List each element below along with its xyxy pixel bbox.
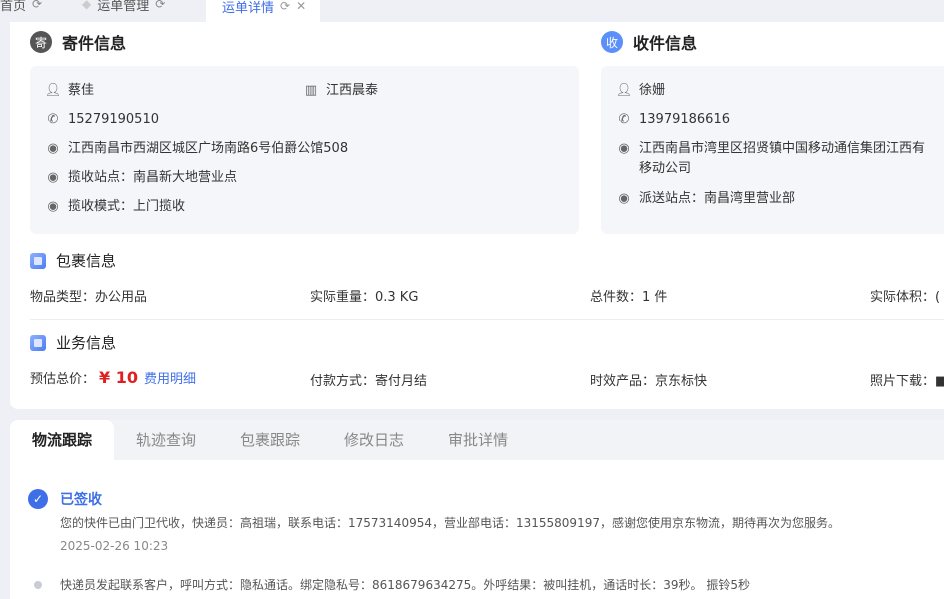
sender-address: 江西南昌市西湖区城区广场南路6号伯爵公馆508: [68, 141, 349, 156]
package-weight: 实际重量：0.3 KG: [310, 290, 419, 305]
receiver-name-row: 👤︎ 徐姗: [615, 81, 666, 101]
receiver-phone: 13979186616: [639, 112, 730, 127]
user-icon: 👤︎: [44, 83, 62, 98]
timeline-dot: [34, 581, 42, 589]
tab-trajectory-query[interactable]: 轨迹查询: [136, 420, 196, 460]
sender-phone-row: ✆ 15279190510: [46, 110, 159, 130]
sender-mode: 揽收模式：上门揽收: [68, 199, 186, 214]
sender-station: 揽收站点：南昌新大地营业点: [68, 170, 238, 185]
receiver-title: 收件信息: [633, 34, 698, 53]
business-icon: [30, 334, 46, 351]
timeline-text: 快递员发起联系客户，呼叫方式：隐私通话。绑定隐私号：8618679634275。…: [60, 578, 750, 592]
receiver-address-line2: 移动公司: [639, 161, 692, 176]
photo-download[interactable]: 照片下载：■: [870, 370, 944, 389]
receiver-badge: 收: [601, 31, 623, 53]
tab-waybill-management[interactable]: ◆ 运单管理 ⟳: [82, 0, 165, 18]
tab-bar: 首页 ⟳ ◆ 运单管理 ⟳ 运单详情 ⟳ ✕: [0, 0, 944, 22]
estimated-price: 预估总价： ¥ 10 费用明细: [30, 368, 196, 387]
sender-station-row: ◉ 揽收站点：南昌新大地营业点: [46, 168, 237, 188]
package-icon: [30, 252, 46, 269]
sender-address-row: ◉ 江西南昌市西湖区城区广场南路6号伯爵公馆508: [46, 139, 348, 159]
tab-approval-detail[interactable]: 审批详情: [448, 420, 508, 460]
tab-change-log[interactable]: 修改日志: [344, 420, 404, 460]
sender-badge: 寄: [30, 31, 52, 53]
tab-package-tracking[interactable]: 包裹跟踪: [240, 420, 300, 460]
location-icon: ◉: [47, 199, 59, 214]
tracking-card: 物流跟踪 轨迹查询 包裹跟踪 修改日志 审批详情 ✓ 已签收 您的快件已由门卫代…: [10, 420, 944, 599]
tab-waybill-label: 运单管理: [97, 0, 150, 14]
location-icon: ◉: [47, 141, 59, 156]
fee-detail-link[interactable]: 费用明细: [144, 368, 196, 387]
building-icon: ▥: [304, 83, 318, 98]
tab-detail-label: 运单详情: [222, 0, 275, 16]
receiver-station-row: ◉ 派送站点：南昌湾里营业部: [617, 189, 795, 209]
timeline-status: 已签收: [60, 492, 102, 508]
package-volume: 实际体积：(: [870, 290, 941, 305]
receiver-phone-row: ✆ 13979186616: [617, 110, 730, 130]
time-product: 时效产品：京东标快: [590, 374, 708, 389]
receiver-station: 派送站点：南昌湾里营业部: [639, 191, 796, 206]
package-section-title: 包裹信息: [30, 250, 116, 271]
price-label: 预估总价：: [30, 372, 96, 387]
sender-phone: 15279190510: [68, 112, 159, 127]
receiver-address-line1: 江西南昌市湾里区招贤镇中国移动通信集团江西有: [639, 141, 926, 156]
refresh-icon[interactable]: ⟳: [32, 0, 42, 11]
tab-logistics-tracking[interactable]: 物流跟踪: [10, 420, 115, 460]
price-value: ¥ 10: [99, 368, 138, 387]
sender-title: 寄件信息: [62, 34, 127, 53]
check-icon: ✓: [28, 489, 48, 509]
timeline-time: 2025-02-26 10:23: [60, 539, 169, 553]
package-type: 物品类型：办公用品: [30, 290, 148, 305]
tab-waybill-detail[interactable]: 运单详情 ⟳ ✕: [206, 0, 321, 22]
pin-icon: ◆: [82, 0, 92, 11]
package-count: 总件数：1 件: [590, 290, 668, 305]
close-icon[interactable]: ✕: [296, 0, 306, 13]
location-icon: ◉: [47, 170, 59, 185]
business-section-title: 业务信息: [30, 332, 116, 353]
location-icon: ◉: [618, 141, 630, 156]
sender-company-row: ▥ 江西晨泰: [304, 81, 378, 101]
tab-home[interactable]: 首页 ⟳: [0, 0, 42, 18]
user-icon: 👤︎: [615, 83, 633, 98]
receiver-section-title: 收 收件信息: [601, 30, 697, 54]
sender-panel: 👤︎ 蔡佳 ▥ 江西晨泰 ✆ 15279190510 ◉ 江西南昌市西湖区城区广…: [30, 66, 579, 234]
business-title: 业务信息: [56, 334, 117, 352]
location-icon: ◉: [618, 191, 630, 206]
sender-mode-row: ◉ 揽收模式：上门揽收: [46, 197, 185, 217]
timeline-text: 您的快件已由门卫代收，快递员：高祖瑞，联系电话：17573140954，营业部电…: [60, 516, 840, 530]
divider: [30, 319, 944, 320]
package-title: 包裹信息: [56, 252, 117, 270]
phone-icon: ✆: [47, 112, 59, 127]
receiver-panel: 👤︎ 徐姗 ✆ 13979186616 ◉ 江西南昌市湾里区招贤镇中国移动通信集…: [601, 66, 944, 234]
receiver-address: 江西南昌市湾里区招贤镇中国移动通信集团江西有 移动公司: [639, 139, 925, 179]
tracking-tabs: 物流跟踪 轨迹查询 包裹跟踪 修改日志 审批详情: [10, 420, 944, 460]
receiver-address-row: ◉ 江西南昌市湾里区招贤镇中国移动通信集团江西有 移动公司: [617, 139, 925, 179]
refresh-icon[interactable]: ⟳: [155, 0, 165, 11]
sender-section-title: 寄 寄件信息: [30, 30, 126, 54]
sender-name-row: 👤︎ 蔡佳: [44, 81, 95, 101]
sender-company: 江西晨泰: [326, 83, 379, 98]
refresh-icon[interactable]: ⟳: [280, 0, 290, 13]
receiver-name: 徐姗: [639, 83, 666, 98]
sender-name: 蔡佳: [68, 83, 95, 98]
waybill-detail-card: 寄 寄件信息 👤︎ 蔡佳 ▥ 江西晨泰 ✆ 15279190510 ◉ 江西南昌…: [10, 22, 944, 409]
payment-method: 付款方式：寄付月结: [310, 374, 428, 389]
tab-home-label: 首页: [0, 0, 27, 14]
phone-icon: ✆: [618, 112, 630, 127]
